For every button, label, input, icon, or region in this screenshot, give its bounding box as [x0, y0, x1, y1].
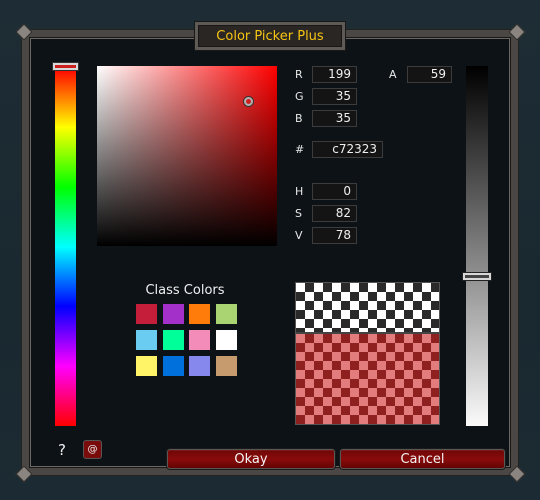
hue-slider[interactable]: [55, 68, 76, 426]
alpha-input[interactable]: 59: [407, 66, 452, 83]
hex-label: #: [295, 143, 305, 156]
blue-label: B: [295, 112, 303, 125]
green-input[interactable]: 35: [312, 88, 357, 105]
class-color-swatch[interactable]: [136, 304, 157, 324]
window-title: Color Picker Plus: [216, 28, 324, 44]
class-color-swatch[interactable]: [162, 356, 184, 376]
class-color-swatch[interactable]: [136, 356, 157, 376]
alpha-slider-thumb[interactable]: [463, 273, 491, 280]
class-color-swatch[interactable]: [162, 330, 184, 350]
help-icon[interactable]: ?: [58, 441, 66, 459]
saturation-value-picker[interactable]: [97, 66, 277, 246]
class-color-swatch[interactable]: [136, 330, 157, 350]
saturation-input[interactable]: 82: [312, 205, 357, 222]
green-label: G: [295, 90, 304, 103]
hex-input[interactable]: c72323: [312, 141, 383, 158]
cancel-button[interactable]: Cancel: [340, 449, 505, 469]
new-color-preview: [296, 334, 439, 424]
red-label: R: [295, 68, 303, 81]
class-color-swatch[interactable]: [215, 330, 237, 350]
hue-label: H: [295, 185, 304, 198]
alpha-label: A: [389, 68, 397, 81]
saturation-label: S: [295, 207, 302, 220]
class-color-swatch[interactable]: [215, 356, 237, 376]
blue-input[interactable]: 35: [312, 110, 357, 127]
okay-button[interactable]: Okay: [167, 449, 335, 469]
value-input[interactable]: 78: [312, 227, 357, 244]
alpha-slider[interactable]: [466, 66, 488, 426]
class-color-swatch[interactable]: [189, 356, 210, 376]
okay-label: Okay: [234, 451, 268, 467]
class-color-swatch[interactable]: [189, 304, 210, 324]
copy-color-button[interactable]: @: [83, 440, 102, 459]
old-color-preview: [296, 283, 439, 332]
color-cursor[interactable]: [244, 97, 253, 106]
class-colors-title: Class Colors: [145, 283, 225, 298]
at-icon: @: [87, 444, 98, 455]
hue-slider-thumb[interactable]: [53, 63, 78, 70]
class-color-swatch[interactable]: [215, 304, 237, 324]
hue-input[interactable]: 0: [312, 183, 357, 200]
title-bar[interactable]: Color Picker Plus: [195, 22, 345, 50]
red-input[interactable]: 199: [312, 66, 357, 83]
class-color-swatch[interactable]: [189, 330, 210, 350]
cancel-label: Cancel: [400, 451, 445, 467]
class-color-swatch[interactable]: [162, 304, 184, 324]
value-label: V: [295, 229, 303, 242]
color-preview: [295, 282, 440, 425]
